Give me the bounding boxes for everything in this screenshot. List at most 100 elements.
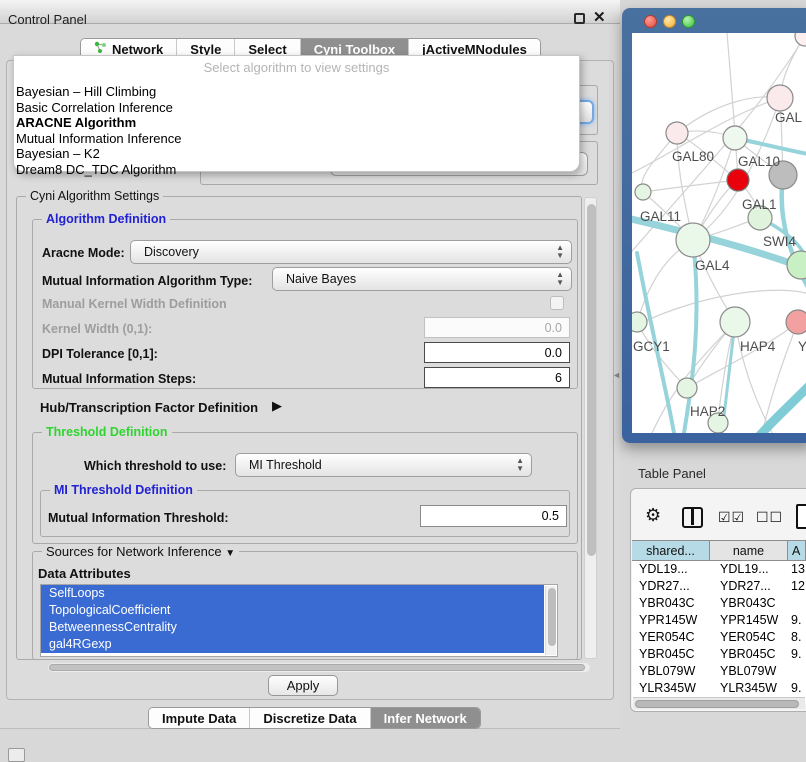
dpi-tolerance-label: DPI Tolerance [0,1]:: [42, 347, 158, 361]
panel-grip-icon[interactable]: [8, 748, 25, 762]
combo-value: Discovery: [144, 245, 199, 259]
node-swi4[interactable]: [787, 251, 806, 279]
manual-kernel-checkbox[interactable]: [550, 296, 564, 310]
column-header-partial[interactable]: A: [788, 541, 806, 560]
node-hap4[interactable]: [720, 307, 750, 337]
tab-discretize-data[interactable]: Discretize Data: [250, 708, 370, 728]
table-cell: YLR345W: [632, 680, 710, 697]
collapse-arrow-icon[interactable]: ▼: [225, 548, 235, 559]
algorithm-option[interactable]: Mutual Information Inference: [16, 131, 576, 147]
table-cell: YPR145W: [710, 612, 788, 629]
table-cell: YBR043C: [710, 595, 788, 612]
node-label: GAL11: [640, 209, 681, 224]
float-window-button[interactable]: [574, 13, 585, 24]
window-close-button[interactable]: [644, 15, 657, 28]
algorithm-option[interactable]: Bayesian – K2: [16, 146, 576, 162]
node-gal2[interactable]: [767, 85, 793, 111]
splitter-collapse-arrow[interactable]: ◄: [612, 370, 621, 380]
data-attribute-item[interactable]: gal4RGexp: [41, 636, 544, 653]
node-label: SWI4: [763, 234, 796, 249]
table-row[interactable]: YLR345WYLR345W9.: [632, 680, 806, 697]
tab-infer-network[interactable]: Infer Network: [371, 708, 480, 728]
stepper-icon: ▲▼: [516, 457, 524, 473]
mi-threshold-label: Mutual Information Threshold:: [48, 511, 229, 525]
group-title: MI Threshold Definition: [50, 483, 197, 497]
tab-label: Discretize Data: [263, 711, 356, 726]
table-row[interactable]: YER054CYER054C8.: [632, 629, 806, 646]
gear-icon[interactable]: ⚙: [645, 505, 661, 526]
table-row[interactable]: YPR145WYPR145W9.: [632, 612, 806, 629]
node-red-selected[interactable]: [727, 169, 749, 191]
mi-type-combo[interactable]: Naive Bayes ▲▼: [272, 267, 572, 291]
table-cell: [788, 663, 806, 680]
node-label: Y: [798, 339, 806, 354]
node-salmon[interactable]: [786, 310, 806, 334]
data-attributes-list: SelfLoopsTopologicalCoefficientBetweenne…: [40, 584, 558, 657]
mi-type-label: Mutual Information Algorithm Type:: [42, 274, 252, 288]
manual-kernel-label: Manual Kernel Width Definition: [42, 297, 227, 311]
node-label: GAL10: [738, 154, 780, 169]
document-icon[interactable]: [796, 504, 806, 529]
expander-arrow-icon[interactable]: ▶: [272, 398, 282, 414]
table-hscrollbar[interactable]: [633, 697, 805, 709]
table-row[interactable]: YDL19...YDL19...13: [632, 561, 806, 578]
node-gal10[interactable]: [723, 126, 747, 150]
data-attribute-item[interactable]: SelfLoops: [41, 585, 544, 602]
table-cell: YDR27...: [710, 578, 788, 595]
close-icon[interactable]: ✕: [593, 8, 606, 26]
algorithm-option[interactable]: ARACNE Algorithm: [16, 115, 576, 131]
aracne-mode-combo[interactable]: Discovery ▲▼: [130, 240, 572, 264]
node-partial-top[interactable]: [795, 33, 806, 46]
column-header-name[interactable]: name: [710, 541, 788, 560]
dpi-tolerance-field[interactable]: 0.0: [424, 342, 570, 363]
algorithm-option[interactable]: Dream8 DC_TDC Algorithm: [16, 162, 576, 178]
unchecked-checkboxes-icon[interactable]: ☐☐: [756, 509, 783, 526]
mi-steps-field[interactable]: 6: [424, 367, 570, 388]
data-attribute-item[interactable]: TopologicalCoefficient: [41, 602, 544, 619]
mi-steps-label: Mutual Information Steps:: [42, 372, 196, 386]
mi-threshold-field[interactable]: 0.5: [420, 505, 567, 527]
table-cell: YBR043C: [632, 595, 710, 612]
table-cell: 12: [788, 578, 806, 595]
tab-label: Impute Data: [162, 711, 236, 726]
data-attribute-item[interactable]: BetweennessCentrality: [41, 619, 544, 636]
table-cell: YER054C: [710, 629, 788, 646]
aracne-mode-label: Aracne Mode:: [42, 246, 125, 260]
hub-definition-expander[interactable]: Hub/Transcription Factor Definition: [40, 400, 258, 415]
table-panel-title: Table Panel: [638, 466, 706, 481]
node-label: GAL1: [742, 197, 777, 212]
window-zoom-button[interactable]: [682, 15, 695, 28]
which-threshold-combo[interactable]: MI Threshold ▲▼: [235, 453, 532, 477]
network-canvas[interactable]: GAL GAL80 GAL10 GAL1 GAL11 SWI4 GAL4 GCY…: [632, 33, 806, 433]
settings-hscrollbar[interactable]: [48, 663, 590, 672]
node-gal11[interactable]: [635, 184, 651, 200]
combo-value: MI Threshold: [249, 458, 322, 472]
table-cell: 9.: [788, 646, 806, 663]
table-cell: 13: [788, 561, 806, 578]
node-gcy1[interactable]: [632, 312, 647, 332]
node-gal4[interactable]: [676, 223, 710, 257]
settings-scrollbar[interactable]: [584, 197, 597, 659]
table-cell: YBL079W: [710, 663, 788, 680]
table-cell: 9.: [788, 612, 806, 629]
node-hap2[interactable]: [677, 378, 697, 398]
tab-label: Infer Network: [384, 711, 467, 726]
list-scrollbar[interactable]: [545, 586, 556, 655]
table-row[interactable]: YBR043CYBR043C: [632, 595, 806, 612]
algorithm-option[interactable]: Bayesian – Hill Climbing: [16, 84, 576, 100]
table-row[interactable]: YDR27...YDR27...12: [632, 578, 806, 595]
table-row[interactable]: YBL079WYBL079W: [632, 663, 806, 680]
table-cell: [788, 595, 806, 612]
node-label: GAL80: [672, 149, 714, 164]
table-row[interactable]: YBR045CYBR045C9.: [632, 646, 806, 663]
group-title: Sources for Network Inference ▼: [42, 544, 239, 559]
node-gal80[interactable]: [666, 122, 688, 144]
column-header-shared[interactable]: shared...: [632, 541, 710, 560]
kernel-width-field[interactable]: 0.0: [424, 317, 570, 338]
tab-impute-data[interactable]: Impute Data: [149, 708, 250, 728]
checked-checkboxes-icon[interactable]: ☑☑: [718, 509, 745, 526]
algorithm-option[interactable]: Basic Correlation Inference: [16, 100, 576, 116]
apply-button[interactable]: Apply: [268, 675, 338, 696]
column-view-icon[interactable]: [682, 507, 703, 528]
window-minimize-button[interactable]: [663, 15, 676, 28]
